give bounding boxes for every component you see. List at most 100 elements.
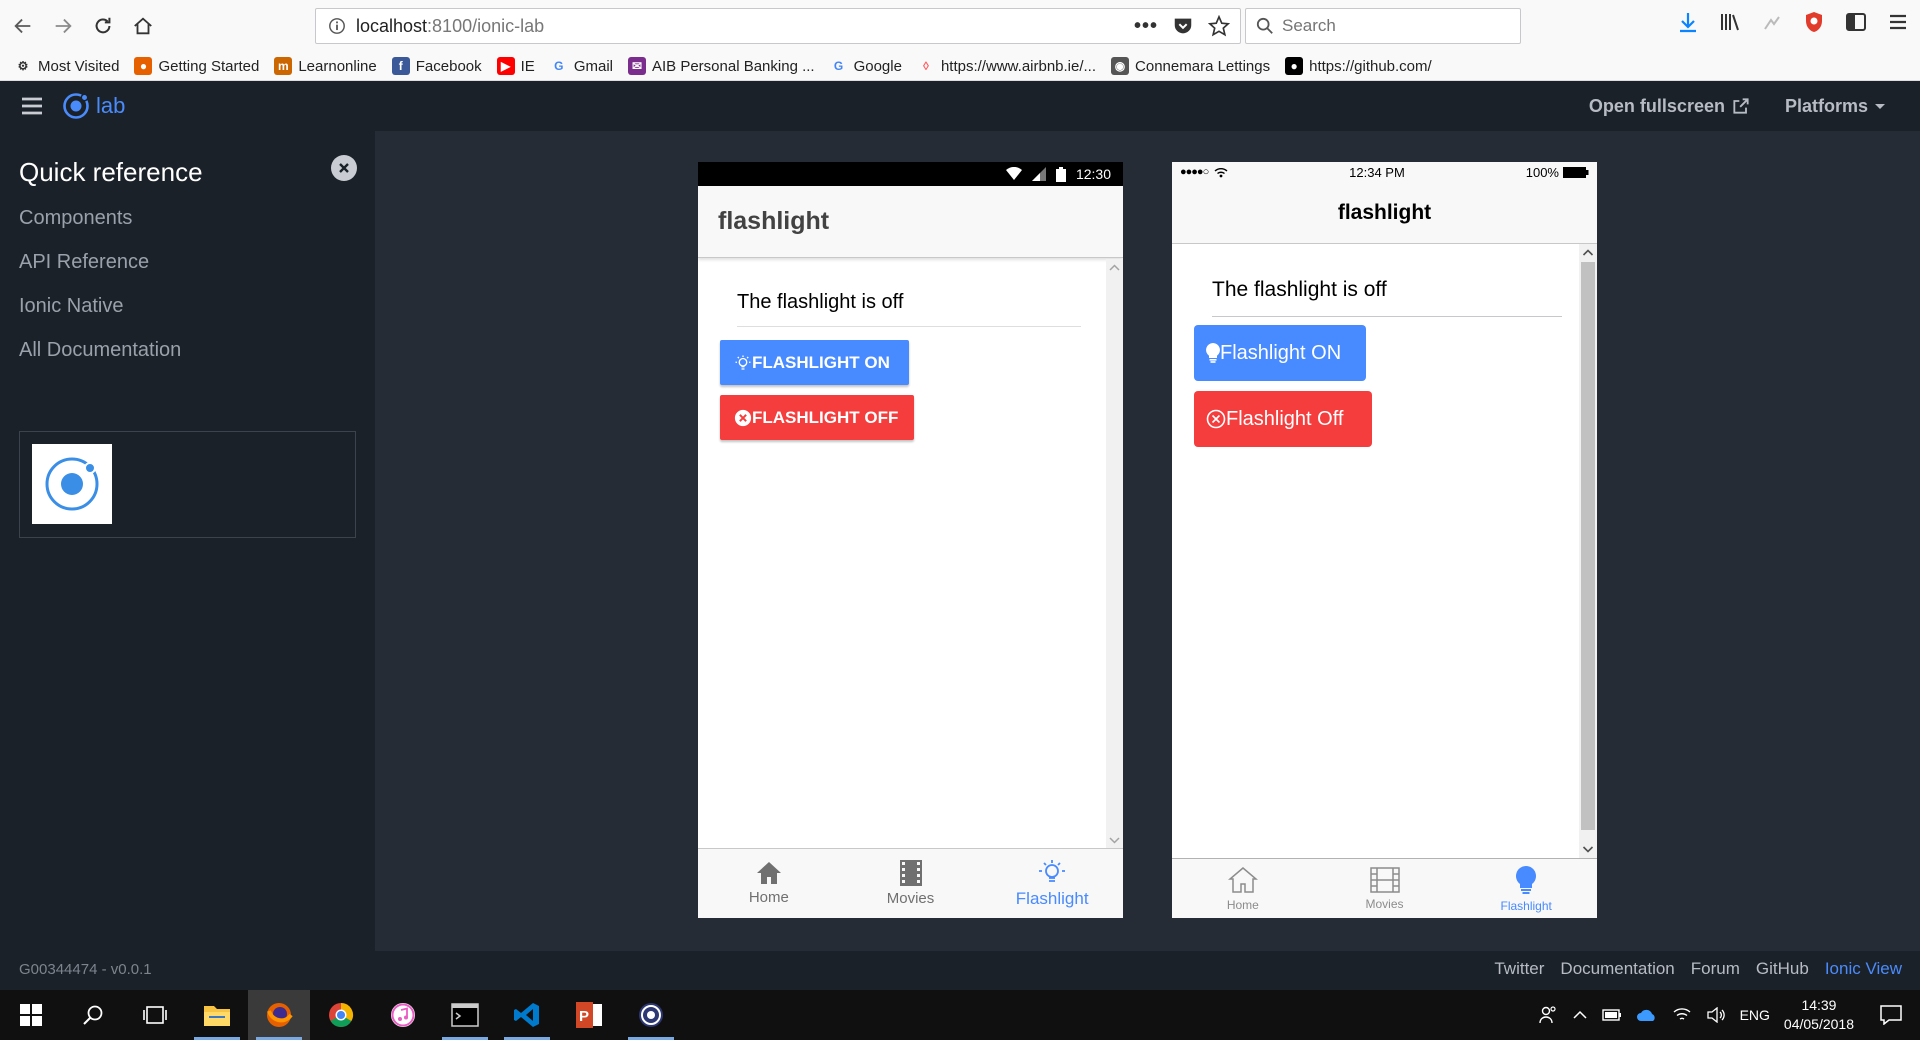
bookmark-item[interactable]: ◊ https://www.airbnb.ie/... bbox=[917, 57, 1096, 75]
android-flashlight-off-button[interactable]: FLASHLIGHT OFF bbox=[720, 395, 914, 440]
footer-link-github[interactable]: GitHub bbox=[1756, 959, 1809, 979]
sync-icon[interactable] bbox=[1760, 10, 1784, 34]
caret-down-icon bbox=[1875, 104, 1885, 109]
sidebar-close-button[interactable] bbox=[331, 155, 357, 181]
pocket-icon[interactable] bbox=[1172, 15, 1194, 37]
android-status-bar: 12:30 bbox=[698, 162, 1123, 186]
scroll-down-icon[interactable] bbox=[1579, 842, 1597, 856]
bookmark-item[interactable]: ◉ Connemara Lettings bbox=[1111, 57, 1270, 75]
volume-icon[interactable] bbox=[1706, 1007, 1726, 1023]
ios-scrollbar[interactable] bbox=[1579, 244, 1597, 858]
github-icon: ● bbox=[1285, 57, 1304, 75]
scroll-down-icon[interactable] bbox=[1106, 833, 1123, 847]
ios-flashlight-off-button[interactable]: Flashlight Off bbox=[1194, 391, 1372, 447]
footer-link-documentation[interactable]: Documentation bbox=[1560, 959, 1674, 979]
taskbar-vscode[interactable] bbox=[496, 990, 558, 1040]
android-tab-movies[interactable]: Movies bbox=[840, 849, 982, 918]
scroll-up-icon[interactable] bbox=[1106, 261, 1123, 275]
input-language[interactable]: ENG bbox=[1740, 1007, 1770, 1023]
wifi-icon bbox=[1214, 167, 1228, 177]
bookmark-item[interactable]: ⚙ Most Visited bbox=[14, 57, 120, 75]
taskbar-itunes[interactable] bbox=[372, 990, 434, 1040]
info-icon[interactable] bbox=[322, 17, 352, 35]
android-tab-home[interactable]: Home bbox=[698, 849, 840, 918]
onedrive-icon[interactable] bbox=[1636, 1008, 1658, 1022]
sidebar-toggle-icon[interactable] bbox=[1844, 10, 1868, 34]
url-bar[interactable]: localhost:8100/ionic-lab ••• bbox=[315, 8, 1241, 44]
forward-button[interactable] bbox=[46, 9, 80, 43]
bookmark-label: https://www.airbnb.ie/... bbox=[940, 57, 1097, 75]
chevron-up-icon[interactable] bbox=[1572, 1007, 1588, 1023]
url-text[interactable]: localhost:8100/ionic-lab bbox=[356, 16, 544, 37]
taskbar-clock[interactable]: 14:39 04/05/2018 bbox=[1784, 996, 1854, 1034]
bookmark-star-icon[interactable] bbox=[1208, 15, 1230, 37]
taskbar-firefox[interactable] bbox=[248, 990, 310, 1040]
sidebar-link-api-reference[interactable]: API Reference bbox=[19, 251, 149, 274]
bookmark-item[interactable]: ✉ AIB Personal Banking ... bbox=[627, 57, 815, 75]
footer-link-ionic-view[interactable]: Ionic View bbox=[1825, 959, 1902, 979]
footer-link-forum[interactable]: Forum bbox=[1691, 959, 1740, 979]
home-button[interactable] bbox=[126, 9, 160, 43]
sidebar-link-components[interactable]: Components bbox=[19, 207, 132, 230]
search-input[interactable] bbox=[1282, 16, 1502, 36]
open-fullscreen-link[interactable]: Open fullscreen bbox=[1589, 96, 1751, 117]
arrow-left-icon bbox=[14, 18, 31, 34]
android-tab-flashlight[interactable]: Flashlight bbox=[981, 849, 1123, 918]
menu-icon[interactable] bbox=[20, 94, 44, 118]
download-icon[interactable] bbox=[1676, 10, 1700, 34]
battery-icon[interactable] bbox=[1601, 1008, 1622, 1022]
bookmark-item[interactable]: m Learnonline bbox=[274, 57, 377, 75]
ios-flashlight-on-button[interactable]: Flashlight ON bbox=[1194, 325, 1366, 381]
action-center-icon[interactable] bbox=[1880, 1005, 1902, 1025]
sidebar-link-ionic-native[interactable]: Ionic Native bbox=[19, 295, 124, 318]
hamburger-menu-icon[interactable] bbox=[1886, 10, 1910, 34]
youtube-icon: ▶ bbox=[496, 57, 515, 75]
bookmark-item[interactable]: ● Getting Started bbox=[134, 57, 259, 75]
ios-tab-flashlight[interactable]: Flashlight bbox=[1455, 859, 1597, 918]
taskbar-command-prompt[interactable] bbox=[434, 990, 496, 1040]
wifi-icon[interactable] bbox=[1672, 1007, 1692, 1023]
ionic-view-card[interactable] bbox=[19, 431, 356, 538]
battery-icon bbox=[1055, 166, 1066, 182]
more-actions-icon[interactable]: ••• bbox=[1134, 15, 1158, 38]
lab-preview-area bbox=[375, 131, 1920, 951]
android-flashlight-on-button[interactable]: FLASHLIGHT ON bbox=[720, 340, 909, 385]
footer-link-twitter[interactable]: Twitter bbox=[1494, 959, 1544, 979]
bookmark-item[interactable]: ▶ IE bbox=[496, 57, 535, 75]
library-icon[interactable] bbox=[1718, 10, 1742, 34]
taskbar-search-button[interactable] bbox=[62, 990, 124, 1040]
search-bar[interactable] bbox=[1245, 8, 1521, 44]
ios-scrollbar-thumb[interactable] bbox=[1581, 262, 1595, 830]
bookmark-item[interactable]: ● https://github.com/ bbox=[1285, 57, 1432, 75]
reload-button[interactable] bbox=[86, 9, 120, 43]
search-icon bbox=[83, 1005, 103, 1025]
platforms-dropdown[interactable]: Platforms bbox=[1785, 96, 1886, 117]
ionic-lab-logo[interactable]: lab bbox=[62, 92, 125, 120]
taskbar-powerpoint[interactable]: P bbox=[558, 990, 620, 1040]
browser-toolbar: localhost:8100/ionic-lab ••• bbox=[0, 0, 1920, 52]
ios-tab-home[interactable]: Home bbox=[1172, 859, 1314, 918]
bookmark-item[interactable]: G Gmail bbox=[550, 57, 613, 75]
bookmark-item[interactable]: f Facebook bbox=[391, 57, 482, 75]
ionic-logo-icon bbox=[45, 457, 99, 511]
ionic-logo-icon bbox=[63, 93, 89, 119]
taskbar-chrome[interactable] bbox=[310, 990, 372, 1040]
taskbar-ionic-lab[interactable] bbox=[620, 990, 682, 1040]
vscode-icon bbox=[514, 1003, 539, 1027]
back-button[interactable] bbox=[6, 9, 40, 43]
people-icon[interactable] bbox=[1538, 1005, 1558, 1025]
ios-tab-home-label: Home bbox=[1226, 897, 1259, 912]
scroll-up-icon[interactable] bbox=[1579, 246, 1597, 260]
bookmark-item[interactable]: G Google bbox=[830, 57, 902, 75]
shield-icon[interactable] bbox=[1802, 10, 1826, 34]
start-button[interactable] bbox=[0, 990, 62, 1040]
task-view-button[interactable] bbox=[124, 990, 186, 1040]
sidebar-link-all-documentation[interactable]: All Documentation bbox=[19, 339, 181, 362]
taskbar-file-explorer[interactable] bbox=[186, 990, 248, 1040]
android-scrollbar[interactable] bbox=[1106, 259, 1123, 849]
aib-icon: ✉ bbox=[627, 57, 646, 75]
close-icon bbox=[339, 163, 349, 173]
ios-tab-movies[interactable]: Movies bbox=[1314, 859, 1456, 918]
ios-tab-flashlight-label: Flashlight bbox=[1500, 898, 1552, 913]
url-host: localhost bbox=[356, 15, 428, 36]
